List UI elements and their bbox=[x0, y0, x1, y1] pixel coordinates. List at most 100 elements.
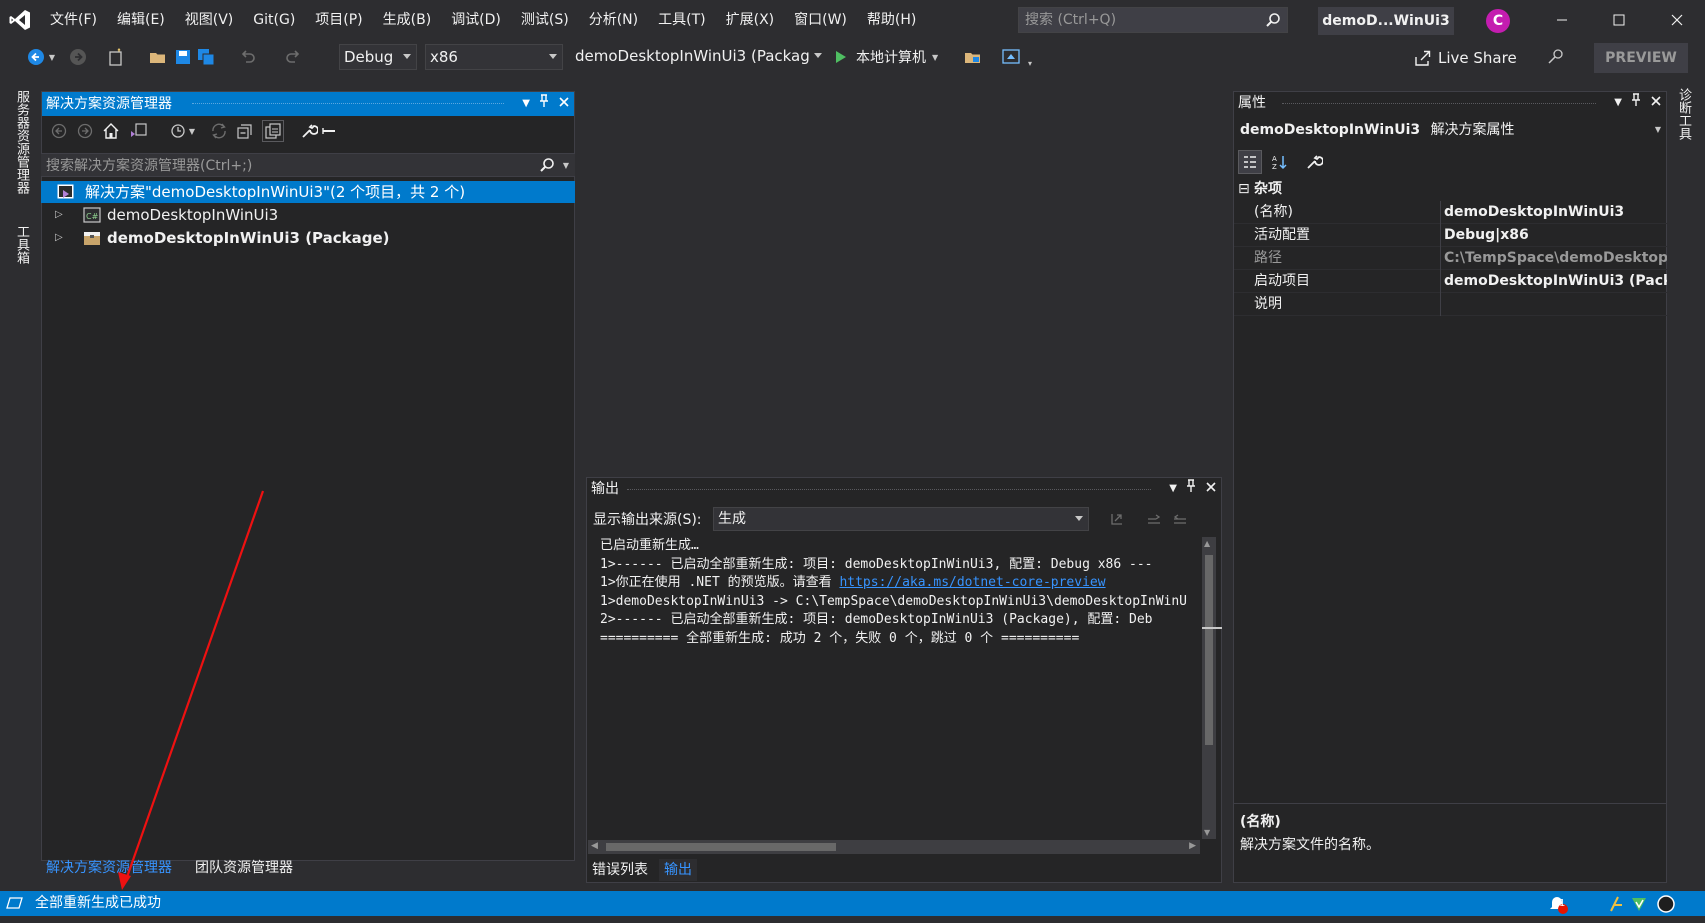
menu-item-6[interactable]: 调试(D) bbox=[441, 0, 511, 40]
scroll-right-icon[interactable]: ▶ bbox=[1189, 841, 1196, 851]
menu-item-9[interactable]: 工具(T) bbox=[648, 0, 715, 40]
property-category-misc[interactable]: ⊟ 杂项 bbox=[1236, 178, 1667, 200]
server-explorer-tab[interactable]: 服务器资源管理器 bbox=[12, 90, 31, 194]
solution-platform-select[interactable]: x86 bbox=[425, 44, 563, 70]
minimize-button[interactable] bbox=[1539, 0, 1585, 40]
scroll-up-icon[interactable]: ▲ bbox=[1204, 539, 1210, 548]
menu-item-8[interactable]: 分析(N) bbox=[579, 0, 648, 40]
go-to-next-message-icon[interactable] bbox=[1144, 509, 1164, 529]
scroll-left-icon[interactable]: ◀ bbox=[591, 841, 598, 851]
menu-item-0[interactable]: 文件(F) bbox=[40, 0, 107, 40]
pin-icon[interactable] bbox=[538, 92, 550, 116]
se-forward-icon[interactable] bbox=[74, 120, 96, 142]
collapse-category-icon[interactable]: ⊟ bbox=[1238, 178, 1250, 200]
menu-item-7[interactable]: 测试(S) bbox=[511, 0, 579, 40]
alphabetical-icon[interactable]: AZ bbox=[1268, 150, 1292, 174]
application-window-icon[interactable] bbox=[1001, 47, 1021, 67]
sync-icon[interactable] bbox=[208, 120, 230, 142]
startup-project-select[interactable]: demoDesktopInWinUi3 (Packag bbox=[571, 44, 824, 70]
properties-object-select[interactable]: demoDesktopInWinUi3 解决方案属性 ▼ bbox=[1234, 117, 1667, 143]
browse-folder-icon[interactable] bbox=[963, 47, 983, 67]
show-all-files-icon[interactable] bbox=[262, 120, 284, 142]
maximize-button[interactable] bbox=[1596, 0, 1642, 40]
back-dropdown-icon[interactable]: ▼ bbox=[46, 47, 58, 67]
clear-all-icon[interactable] bbox=[1170, 509, 1190, 529]
undo-icon[interactable] bbox=[238, 47, 258, 67]
save-all-icon[interactable] bbox=[196, 47, 216, 67]
dotnet-preview-link[interactable]: https://aka.ms/dotnet-core-preview bbox=[839, 575, 1105, 590]
output-text-area[interactable]: 已启动重新生成… 1>------ 已启动全部重新生成: 项目: demoDes… bbox=[600, 537, 1198, 827]
output-title-bar[interactable]: 输出 ▼ bbox=[587, 478, 1221, 500]
home-icon[interactable] bbox=[100, 120, 122, 142]
close-window-button[interactable] bbox=[1654, 0, 1700, 40]
redo-icon[interactable] bbox=[283, 47, 303, 67]
property-row-startup-project[interactable]: 启动项目 demoDesktopInWinUi3 (Pack bbox=[1234, 270, 1667, 293]
menu-item-1[interactable]: 编辑(E) bbox=[107, 0, 175, 40]
menu-item-10[interactable]: 扩展(X) bbox=[716, 0, 785, 40]
property-pages-wrench-icon[interactable] bbox=[1302, 150, 1326, 174]
property-row-description[interactable]: 说明 bbox=[1234, 293, 1667, 316]
tree-item-package[interactable]: ▷ demoDesktopInWinUi3 (Package) bbox=[41, 227, 575, 249]
expand-icon[interactable]: ▷ bbox=[55, 227, 63, 249]
visual-studio-logo-icon[interactable] bbox=[0, 0, 40, 40]
categorized-icon[interactable] bbox=[1238, 150, 1262, 174]
new-project-icon[interactable] bbox=[106, 47, 126, 67]
solution-explorer-search-input[interactable]: 搜索解决方案资源管理器(Ctrl+;) ▼ bbox=[41, 153, 575, 177]
output-source-select[interactable]: 生成 bbox=[713, 507, 1089, 531]
scroll-thumb[interactable] bbox=[606, 843, 836, 851]
menu-item-2[interactable]: 视图(V) bbox=[175, 0, 244, 40]
source-control-icon[interactable] bbox=[1608, 895, 1626, 922]
go-to-previous-message-icon[interactable] bbox=[1107, 509, 1127, 529]
menu-item-4[interactable]: 项目(P) bbox=[305, 0, 372, 40]
solution-explorer-title-bar[interactable]: 解决方案资源管理器 ▼ bbox=[42, 92, 574, 116]
tab-solution-explorer[interactable]: 解决方案资源管理器 bbox=[41, 857, 177, 879]
avatar[interactable]: C bbox=[1486, 9, 1510, 33]
pin-icon[interactable] bbox=[1185, 478, 1197, 500]
tree-item-solution[interactable]: 解决方案"demoDesktopInWinUi3"(2 个项目，共 2 个) bbox=[41, 181, 575, 203]
back-icon[interactable] bbox=[26, 47, 46, 67]
toolbar-overflow-icon[interactable]: ▾ bbox=[1024, 53, 1036, 73]
status-circle-icon[interactable] bbox=[1656, 894, 1676, 923]
save-icon[interactable] bbox=[173, 47, 193, 67]
feedback-icon[interactable] bbox=[1546, 47, 1566, 67]
scroll-down-icon[interactable]: ▼ bbox=[1204, 828, 1210, 837]
window-position-icon[interactable]: ▼ bbox=[522, 92, 530, 116]
tab-error-list[interactable]: 错误列表 bbox=[587, 859, 653, 881]
run-dropdown-icon[interactable]: ▼ bbox=[932, 53, 938, 62]
properties-title-bar[interactable]: 属性 ▼ bbox=[1234, 92, 1666, 114]
close-panel-icon[interactable] bbox=[1205, 478, 1217, 500]
search-input[interactable]: 搜索 (Ctrl+Q) bbox=[1018, 7, 1288, 33]
property-row-path[interactable]: 路径 C:\TempSpace\demoDesktop bbox=[1234, 247, 1667, 270]
preview-badge[interactable]: PREVIEW bbox=[1594, 43, 1688, 73]
property-row-name[interactable]: (名称) demoDesktopInWinUi3 bbox=[1234, 201, 1667, 224]
diagnostic-tools-tab[interactable]: 诊断工具 bbox=[1674, 88, 1693, 140]
menu-item-12[interactable]: 帮助(H) bbox=[857, 0, 926, 40]
menu-item-3[interactable]: Git(G) bbox=[243, 0, 305, 40]
live-share-button[interactable]: Live Share bbox=[1414, 44, 1517, 72]
preview-selected-icon[interactable] bbox=[318, 120, 340, 142]
filter-dropdown-icon[interactable]: ▼ bbox=[186, 120, 198, 142]
scroll-thumb[interactable] bbox=[1205, 555, 1213, 745]
tab-team-explorer[interactable]: 团队资源管理器 bbox=[190, 857, 298, 879]
menu-item-5[interactable]: 生成(B) bbox=[373, 0, 442, 40]
tab-output[interactable]: 输出 bbox=[659, 859, 697, 881]
start-debugging-button[interactable]: 本地计算机 ▼ bbox=[834, 44, 938, 70]
output-horizontal-scrollbar[interactable]: ◀ ▶ bbox=[588, 840, 1200, 854]
tree-item-project[interactable]: ▷ C# demoDesktopInWinUi3 bbox=[41, 204, 575, 226]
property-row-active-config[interactable]: 活动配置 Debug|x86 bbox=[1234, 224, 1667, 247]
close-panel-icon[interactable] bbox=[558, 92, 570, 116]
toolbox-tab[interactable]: 工具箱 bbox=[12, 225, 31, 264]
collapse-all-icon[interactable] bbox=[234, 120, 256, 142]
close-panel-icon[interactable] bbox=[1650, 92, 1662, 114]
live-share-status-icon[interactable] bbox=[1630, 895, 1648, 922]
se-back-icon[interactable] bbox=[48, 120, 70, 142]
output-vertical-scrollbar[interactable]: ▲ ▼ bbox=[1202, 537, 1216, 839]
window-position-icon[interactable]: ▼ bbox=[1169, 478, 1177, 500]
switch-views-icon[interactable] bbox=[128, 120, 150, 142]
pin-icon[interactable] bbox=[1630, 92, 1642, 114]
solution-configuration-select[interactable]: Debug bbox=[339, 44, 417, 70]
open-folder-icon[interactable] bbox=[148, 47, 168, 67]
solution-name-badge[interactable]: demoD...WinUi3 bbox=[1318, 7, 1454, 35]
forward-icon[interactable] bbox=[68, 47, 88, 67]
object-dropdown-icon[interactable]: ▼ bbox=[1655, 117, 1661, 143]
